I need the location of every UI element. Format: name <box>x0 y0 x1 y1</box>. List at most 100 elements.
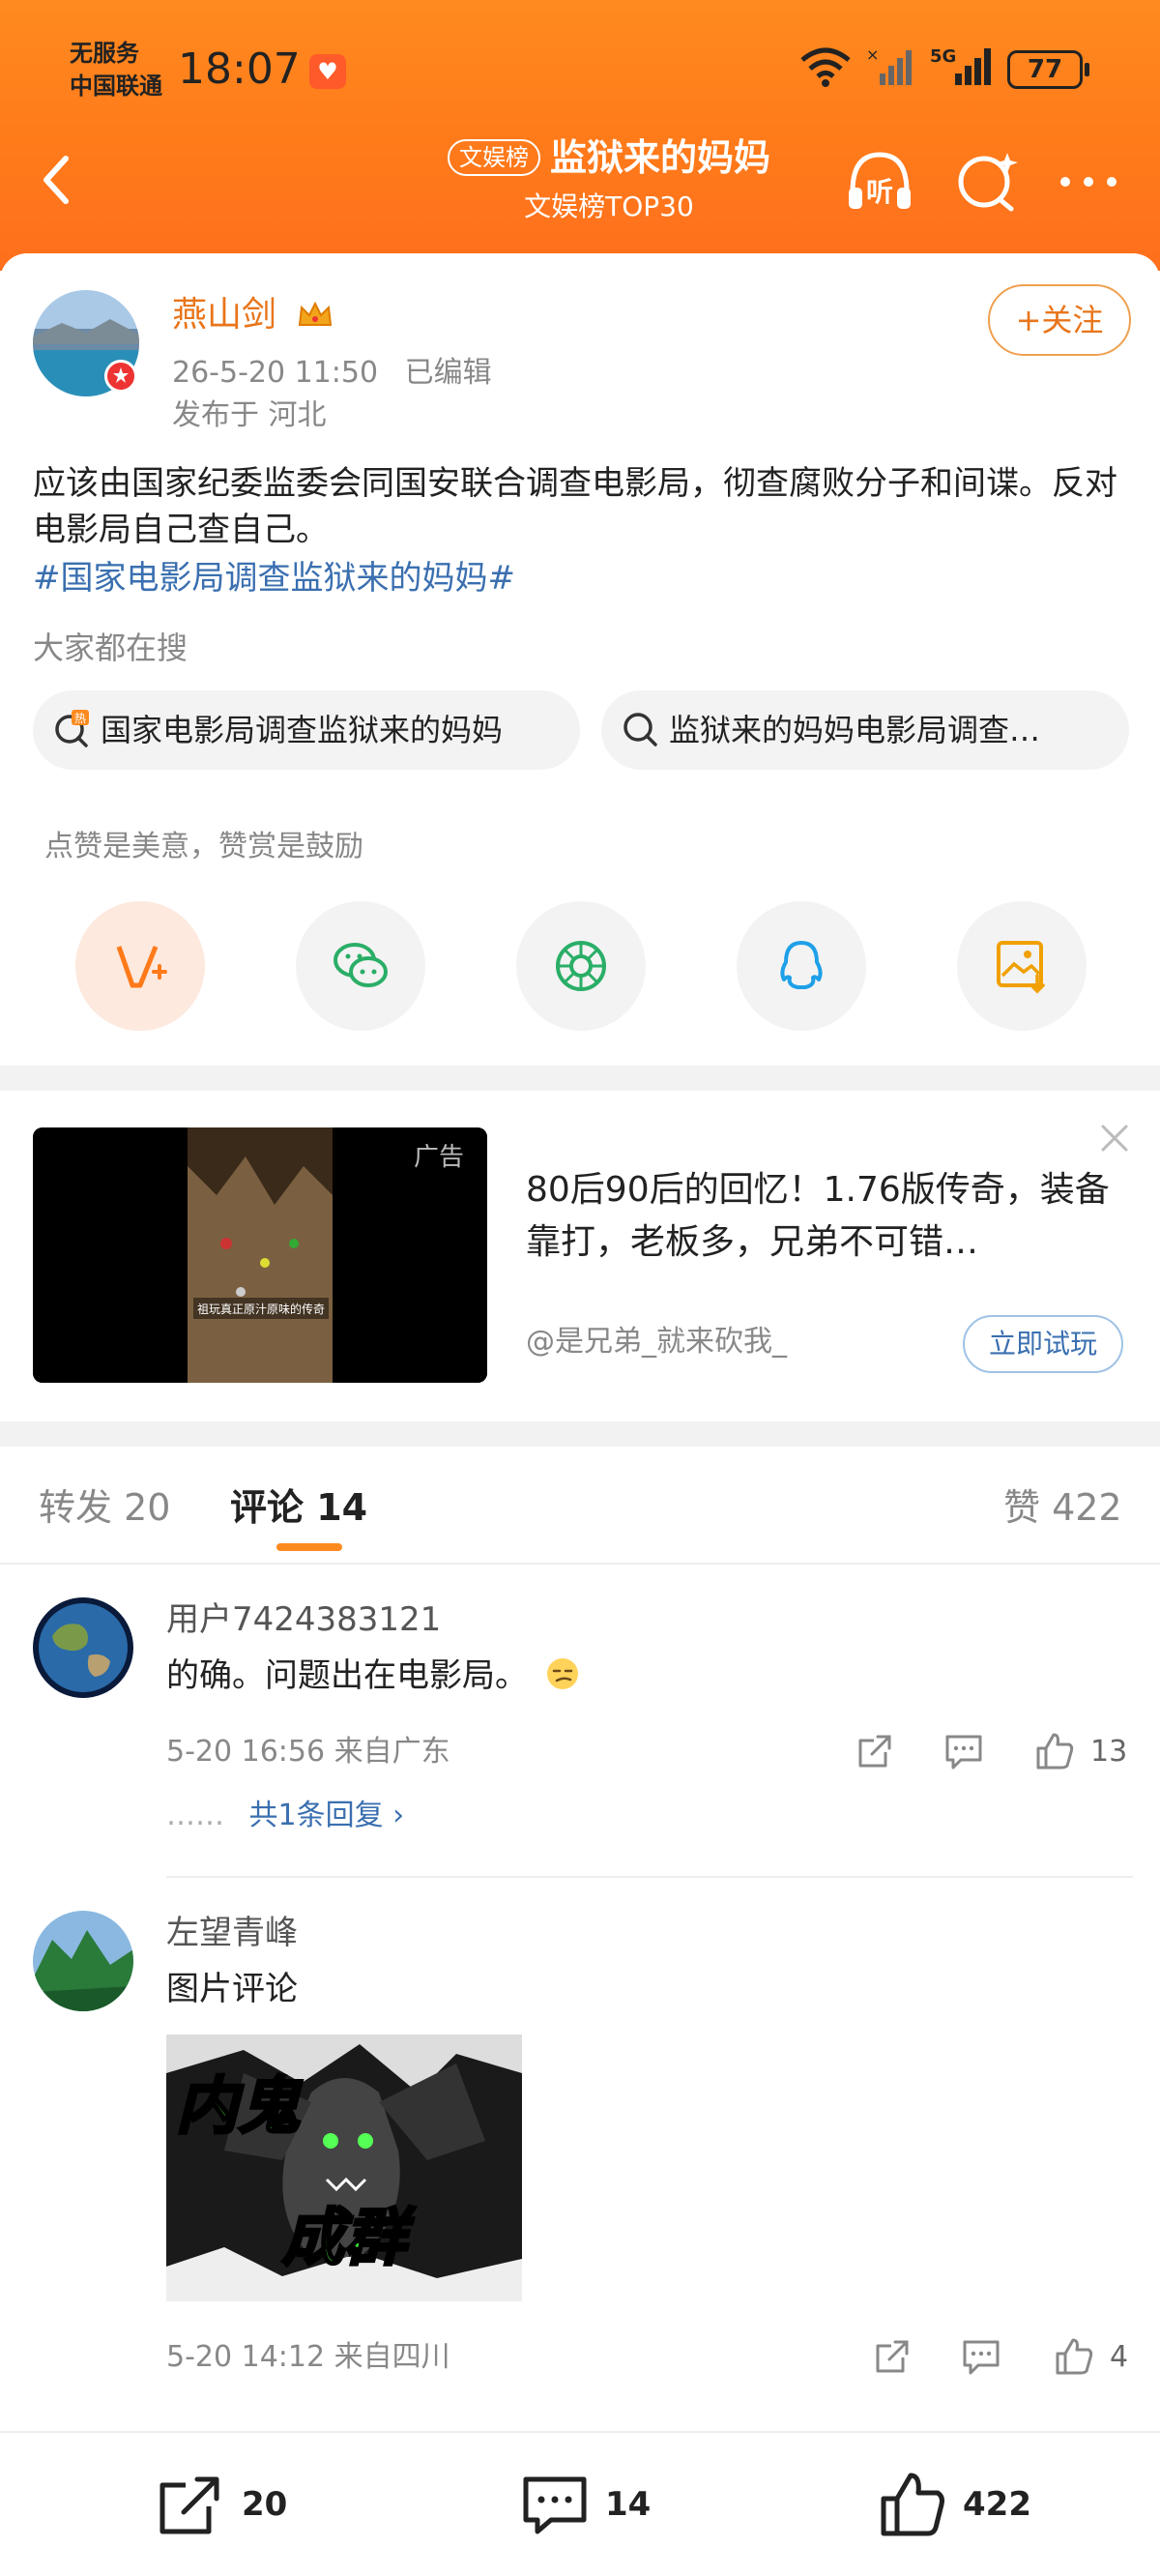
search-chip-1[interactable]: 热 国家电影局调查监狱来的妈妈 <box>33 690 580 770</box>
crown-icon <box>298 301 333 326</box>
comment-2-meta: 5-20 14:12 来自四川 <box>166 2340 450 2374</box>
ad-tag: 广告 <box>414 1143 465 1172</box>
search-icon <box>958 153 1018 212</box>
comment-icon <box>523 2476 587 2534</box>
post-location: 发布于 河北 <box>172 398 327 432</box>
save-image-icon <box>997 941 1045 994</box>
try-now-button[interactable]: 立即试玩 <box>963 1315 1123 1373</box>
list-badge: 文娱榜 <box>447 139 540 176</box>
comment-1-meta: 5-20 16:56 来自广东 <box>166 1735 450 1769</box>
smirk-emoji-icon <box>546 1658 578 1689</box>
bottom-action-bar: 20 14 422 <box>0 2431 1160 2576</box>
share-qq-button[interactable] <box>737 901 866 1031</box>
comment-2-like-icon[interactable] <box>1052 2334 1096 2379</box>
page-title: 监狱来的妈妈 <box>549 136 770 179</box>
tab-comment[interactable]: 评论 14 <box>230 1483 367 1532</box>
qq-icon <box>780 941 823 989</box>
meme-text-1: 内鬼 <box>176 2071 303 2143</box>
comment-1-share-icon[interactable] <box>853 1729 897 1773</box>
post-hashtag[interactable]: #国家电影局调查监狱来的妈妈# <box>33 555 515 601</box>
bottom-like-button[interactable]: 422 <box>876 2468 1031 2541</box>
trending-search-label: 大家都在搜 <box>33 629 188 666</box>
follow-button[interactable]: +关注 <box>988 284 1131 356</box>
comment-2-like-count: 4 <box>1110 2340 1129 2374</box>
more-button[interactable] <box>1052 145 1125 219</box>
reward-button[interactable] <box>75 901 205 1031</box>
wifi-icon <box>800 47 851 87</box>
bottom-comment-count: 14 <box>605 2485 652 2524</box>
5g-signal-icon: 5G <box>930 46 991 85</box>
section-gap <box>0 1421 1160 1447</box>
carrier-line-1: 无服务 <box>70 40 139 67</box>
topic-title-block[interactable]: 文娱榜 监狱来的妈妈 文娱榜TOP30 <box>406 133 812 230</box>
repost-icon <box>160 2476 219 2534</box>
tab-like[interactable]: 赞 422 <box>1003 1483 1122 1532</box>
bottom-like-count: 422 <box>963 2485 1031 2524</box>
close-icon[interactable] <box>1098 1122 1131 1155</box>
verified-badge <box>104 360 137 393</box>
svg-text:热: 热 <box>74 712 86 725</box>
search-icon <box>624 713 657 746</box>
edited-label: 已编辑 <box>404 356 492 390</box>
comment-2-text: 图片评论 <box>166 1970 298 2008</box>
battery-indicator: 77 <box>1007 50 1089 89</box>
comment-2-reply-icon[interactable] <box>959 2334 1003 2379</box>
share-wechat-button[interactable] <box>296 901 425 1031</box>
comment-1-text-content: 的确。问题出在电影局。 <box>166 1656 528 1695</box>
svg-text:5G: 5G <box>930 46 956 67</box>
listen-label: 听 <box>866 176 893 208</box>
search-button[interactable] <box>951 145 1025 219</box>
comment-1-text: 的确。问题出在电影局。 <box>166 1654 581 1698</box>
comment-divider <box>166 1876 1133 1878</box>
comment-1-user[interactable]: 用户7424383121 <box>166 1597 441 1642</box>
comment-2-share-icon[interactable] <box>870 2334 914 2379</box>
section-gap <box>0 1066 1160 1091</box>
comment-2-image[interactable]: 内鬼 成群 <box>166 2034 522 2301</box>
moments-icon <box>556 941 606 991</box>
carrier-line-2: 中国联通 <box>70 73 162 100</box>
search-chip-1-text: 国家电影局调查监狱来的妈妈 <box>101 712 504 748</box>
post-time-row: 26-5-20 11:50 已编辑 <box>172 354 492 393</box>
back-arrow-icon[interactable] <box>29 145 87 213</box>
ad-text[interactable]: 80后90后的回忆！1.76版传奇，装备靠打，老板多，兄弟不可错… <box>526 1164 1131 1269</box>
heart-app-icon: ♥ <box>309 54 346 89</box>
top-header: 无服务 中国联通 18:07 ♥ × 5G 77 文娱榜 监狱来的妈妈 文娱榜T… <box>0 0 1160 271</box>
search-chip-2-text: 监狱来的妈妈电影局调查… <box>669 712 1041 748</box>
wechat-icon <box>334 943 388 987</box>
save-image-button[interactable] <box>957 901 1087 1031</box>
comment-1-replies-text: 共1条回复 › <box>248 1799 405 1832</box>
share-moments-button[interactable] <box>516 901 646 1031</box>
headphones-icon: 听 <box>849 152 911 209</box>
post-timestamp: 26-5-20 11:50 <box>172 356 379 390</box>
like-thumb-icon <box>881 2473 944 2536</box>
comment-1-like-icon[interactable] <box>1032 1729 1077 1773</box>
reward-tip: 点赞是美意，赞赏是鼓励 <box>44 830 363 864</box>
comment-1-reply-dots: …… <box>166 1799 224 1832</box>
reward-v-icon <box>116 946 167 988</box>
comment-2-user[interactable]: 左望青峰 <box>166 1911 298 1955</box>
svg-text:×: × <box>866 45 879 64</box>
comment-2-avatar[interactable] <box>33 1911 133 2011</box>
author-name[interactable]: 燕山剑 <box>172 292 276 338</box>
comment-1-replies-link[interactable]: …… 共1条回复 › <box>166 1797 404 1835</box>
ad-author[interactable]: @是兄弟_就来砍我_ <box>526 1323 787 1361</box>
tab-divider <box>0 1563 1160 1565</box>
listen-button[interactable]: 听 <box>843 145 916 219</box>
bottom-comment-button[interactable]: 14 <box>518 2468 651 2541</box>
tab-active-indicator <box>276 1543 342 1551</box>
carrier-info: 无服务 中国联通 <box>70 37 162 102</box>
tab-repost[interactable]: 转发 20 <box>39 1483 170 1532</box>
more-dots-icon <box>1060 177 1116 187</box>
bottom-repost-button[interactable]: 20 <box>155 2468 287 2541</box>
page-subtitle: 文娱榜TOP30 <box>524 190 694 222</box>
comment-1-reply-icon[interactable] <box>942 1729 986 1773</box>
search-chip-2[interactable]: 监狱来的妈妈电影局调查… <box>601 690 1129 770</box>
meme-text-2: 成群 <box>282 2203 416 2274</box>
no-signal-icon: × <box>866 45 912 85</box>
ad-image-caption: 祖玩真正原汁原味的传奇 <box>197 1302 325 1316</box>
comment-1-like-count: 13 <box>1090 1735 1128 1769</box>
status-time: 18:07 <box>178 44 301 94</box>
status-bar: 无服务 中国联通 18:07 ♥ × 5G 77 <box>0 0 1160 135</box>
hot-search-icon: 热 <box>55 710 89 747</box>
comment-1-avatar[interactable] <box>33 1597 133 1698</box>
